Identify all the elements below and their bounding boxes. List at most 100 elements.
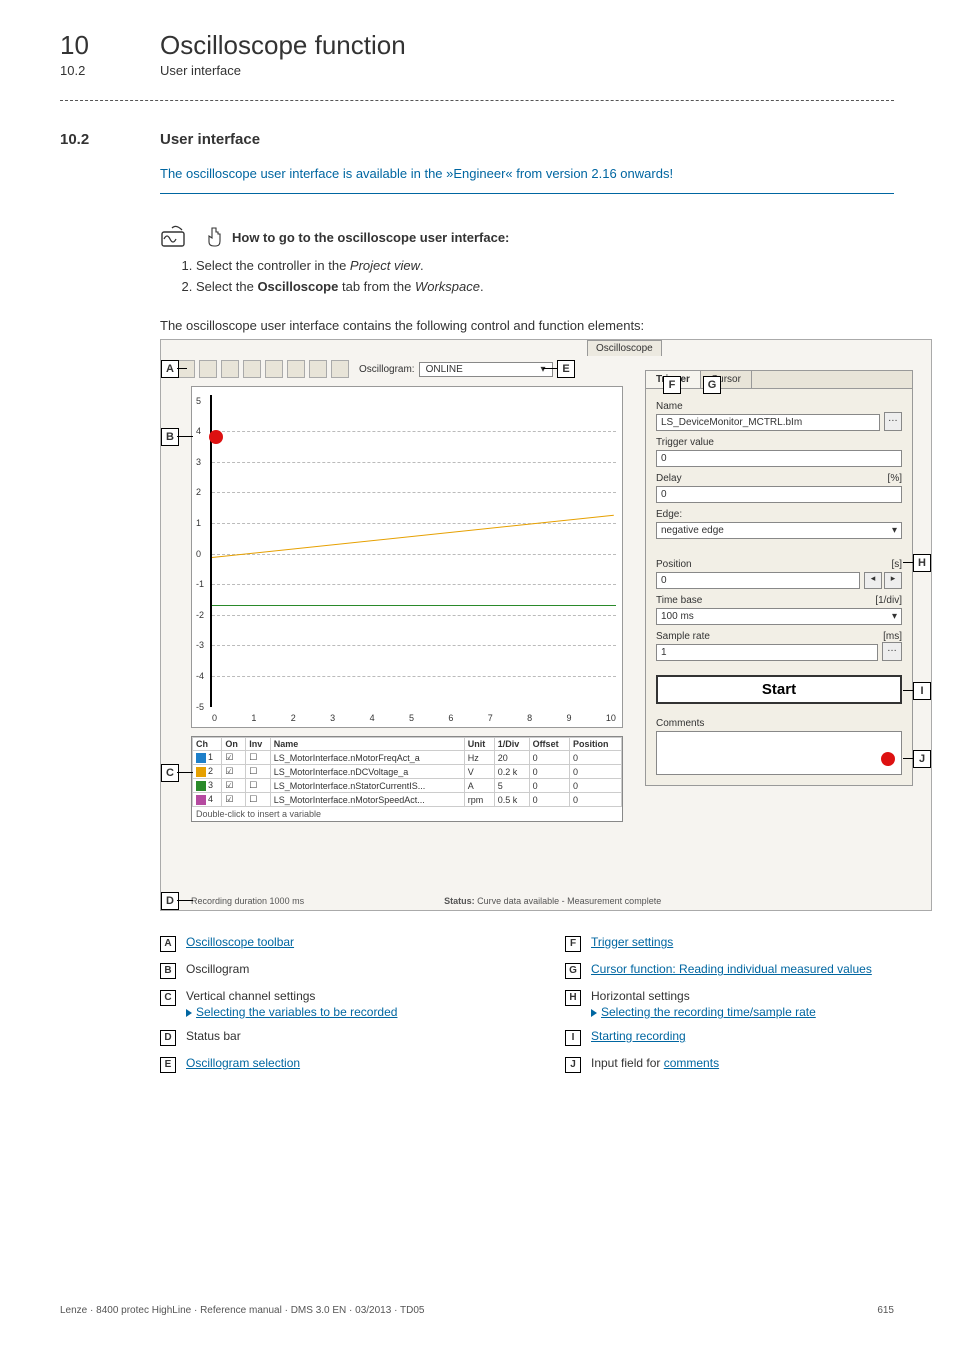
select-timebase[interactable]: 100 ms ▾ (656, 608, 902, 625)
ch-color (196, 781, 206, 791)
legend-item-i: I Starting recording (565, 1029, 930, 1046)
footer-left: Lenze · 8400 protec HighLine · Reference… (60, 1305, 424, 1316)
channel-settings[interactable]: Ch On Inv Name Unit 1/Div Offset Positio… (191, 736, 623, 822)
ch-inv[interactable]: ☐ (246, 765, 270, 779)
step-list: Select the controller in the Project vie… (196, 258, 894, 294)
marker-b: B (161, 428, 179, 446)
status-main: Status: Curve data available - Measureme… (444, 896, 661, 906)
ch-pos: 0 (569, 765, 621, 779)
legend-link[interactable]: Trigger settings (591, 935, 673, 949)
oscilloscope-tab[interactable]: Oscilloscope (587, 340, 662, 356)
marker-line (543, 368, 557, 369)
status-label: Status: (444, 896, 475, 906)
oscillogram-select[interactable]: ONLINE ▾ (419, 362, 553, 377)
toolbar-settings-icon[interactable] (331, 360, 349, 378)
marker-h: H (913, 554, 931, 572)
ch-inv[interactable]: ☐ (246, 793, 270, 807)
position-left-button[interactable]: ◂ (864, 572, 882, 589)
red-dot (881, 752, 895, 766)
x-tick: 6 (448, 713, 453, 723)
legend-link[interactable]: Cursor function: Reading individual meas… (591, 962, 872, 976)
toolbar-fit-icon[interactable] (309, 360, 327, 378)
legend-item-a: A Oscilloscope toolbar (160, 935, 525, 952)
name-browse-button[interactable]: … (884, 412, 902, 431)
ch-inv[interactable]: ☐ (246, 779, 270, 793)
legend-link[interactable]: comments (664, 1056, 719, 1070)
legend-link[interactable]: Starting recording (591, 1029, 686, 1043)
channel-row[interactable]: 1 ☑ ☐ LS_MotorInterface.nMotorFreqAct_a … (193, 751, 622, 765)
position-right-button[interactable]: ▸ (884, 572, 902, 589)
start-button[interactable]: Start (656, 675, 902, 704)
input-position[interactable]: 0 (656, 572, 860, 589)
y-tick: -5 (196, 702, 204, 712)
channel-row[interactable]: 3 ☑☐ LS_MotorInterface.nStatorCurrentIS.… (193, 779, 622, 793)
samplerate-browse-button[interactable]: … (882, 642, 902, 661)
toolbar-disk-icon[interactable] (221, 360, 239, 378)
label-edge: Edge: (656, 509, 902, 520)
legend-item-h: H Horizontal settings Selecting the reco… (565, 989, 930, 1019)
grid-line (212, 523, 616, 524)
oscilloscope-icon (160, 224, 196, 250)
ch-on[interactable]: ☑ (222, 751, 246, 765)
toolbar-copy-icon[interactable] (243, 360, 261, 378)
ch-unit: Hz (464, 751, 494, 765)
chevron-down-icon: ▾ (541, 364, 546, 375)
col-ch: Ch (193, 738, 222, 751)
marker-line (177, 772, 193, 773)
oscillogram-label: Oscillogram: (359, 364, 415, 375)
channel-table: Ch On Inv Name Unit 1/Div Offset Positio… (192, 737, 622, 807)
ch-num: 1 (208, 752, 213, 762)
grid-line (212, 615, 616, 616)
x-tick: 8 (527, 713, 532, 723)
section-heading-title: User interface (160, 131, 260, 148)
toolbar-save-icon[interactable] (199, 360, 217, 378)
chapter-title: 10Oscilloscope function (60, 30, 894, 61)
input-name[interactable]: LS_DeviceMonitor_MCTRL.bIm (656, 414, 880, 431)
legend-link[interactable]: Oscilloscope toolbar (186, 935, 294, 949)
ch-on[interactable]: ☑ (222, 793, 246, 807)
marker-line (903, 562, 913, 563)
ch-name: LS_MotorInterface.nDCVoltage_a (270, 765, 464, 779)
timebase-value: 100 ms (661, 611, 694, 622)
ch-inv[interactable]: ☐ (246, 751, 270, 765)
legend-sublink[interactable]: Selecting the variables to be recorded (196, 1005, 397, 1019)
step2-b: Oscilloscope (257, 279, 338, 294)
legend-item-g: G Cursor function: Reading individual me… (565, 962, 930, 979)
divider (60, 100, 894, 101)
legend-link[interactable]: Oscillogram selection (186, 1056, 300, 1070)
chapter-title-text: Oscilloscope function (160, 30, 406, 60)
ch-name: LS_MotorInterface.nStatorCurrentIS... (270, 779, 464, 793)
ch-offset: 0 (529, 779, 569, 793)
input-samplerate[interactable]: 1 (656, 644, 878, 661)
label-trigger-value: Trigger value (656, 437, 902, 448)
side-panel: Trigger Cursor Name LS_DeviceMonitor_MCT… (645, 370, 913, 786)
x-tick: 10 (606, 713, 616, 723)
select-edge[interactable]: negative edge ▾ (656, 522, 902, 539)
toolbar-zoom-icon[interactable] (287, 360, 305, 378)
ch-name: LS_MotorInterface.nMotorSpeedAct... (270, 793, 464, 807)
ch-on[interactable]: ☑ (222, 765, 246, 779)
grid-line (212, 584, 616, 585)
footer-page-number: 615 (877, 1305, 894, 1316)
channel-row[interactable]: 4 ☑☐ LS_MotorInterface.nMotorSpeedAct...… (193, 793, 622, 807)
input-trigger-value[interactable]: 0 (656, 450, 902, 467)
legend-item-j: J Input field for comments (565, 1056, 930, 1073)
input-comments[interactable] (656, 731, 902, 775)
x-tick: 0 (212, 713, 217, 723)
ch-on[interactable]: ☑ (222, 779, 246, 793)
legend-marker: H (565, 990, 581, 1006)
legend-text: Oscillogram (186, 962, 525, 976)
x-tick: 7 (488, 713, 493, 723)
marker-line (903, 758, 913, 759)
channel-row[interactable]: 2 ☑☐ LS_MotorInterface.nDCVoltage_a V 0.… (193, 765, 622, 779)
info-banner: The oscilloscope user interface is avail… (160, 166, 894, 194)
oscillogram-chart[interactable]: 5 4 3 2 1 0 -1 -2 -3 -4 -5 (191, 386, 623, 728)
input-delay[interactable]: 0 (656, 486, 902, 503)
curve-orange (212, 515, 614, 558)
toolbar-print-icon[interactable] (265, 360, 283, 378)
red-dot (209, 430, 223, 444)
howto-title: How to go to the oscilloscope user inter… (232, 230, 509, 245)
toolbar-open-icon[interactable] (177, 360, 195, 378)
col-name: Name (270, 738, 464, 751)
legend-sublink[interactable]: Selecting the recording time/sample rate (601, 1005, 816, 1019)
